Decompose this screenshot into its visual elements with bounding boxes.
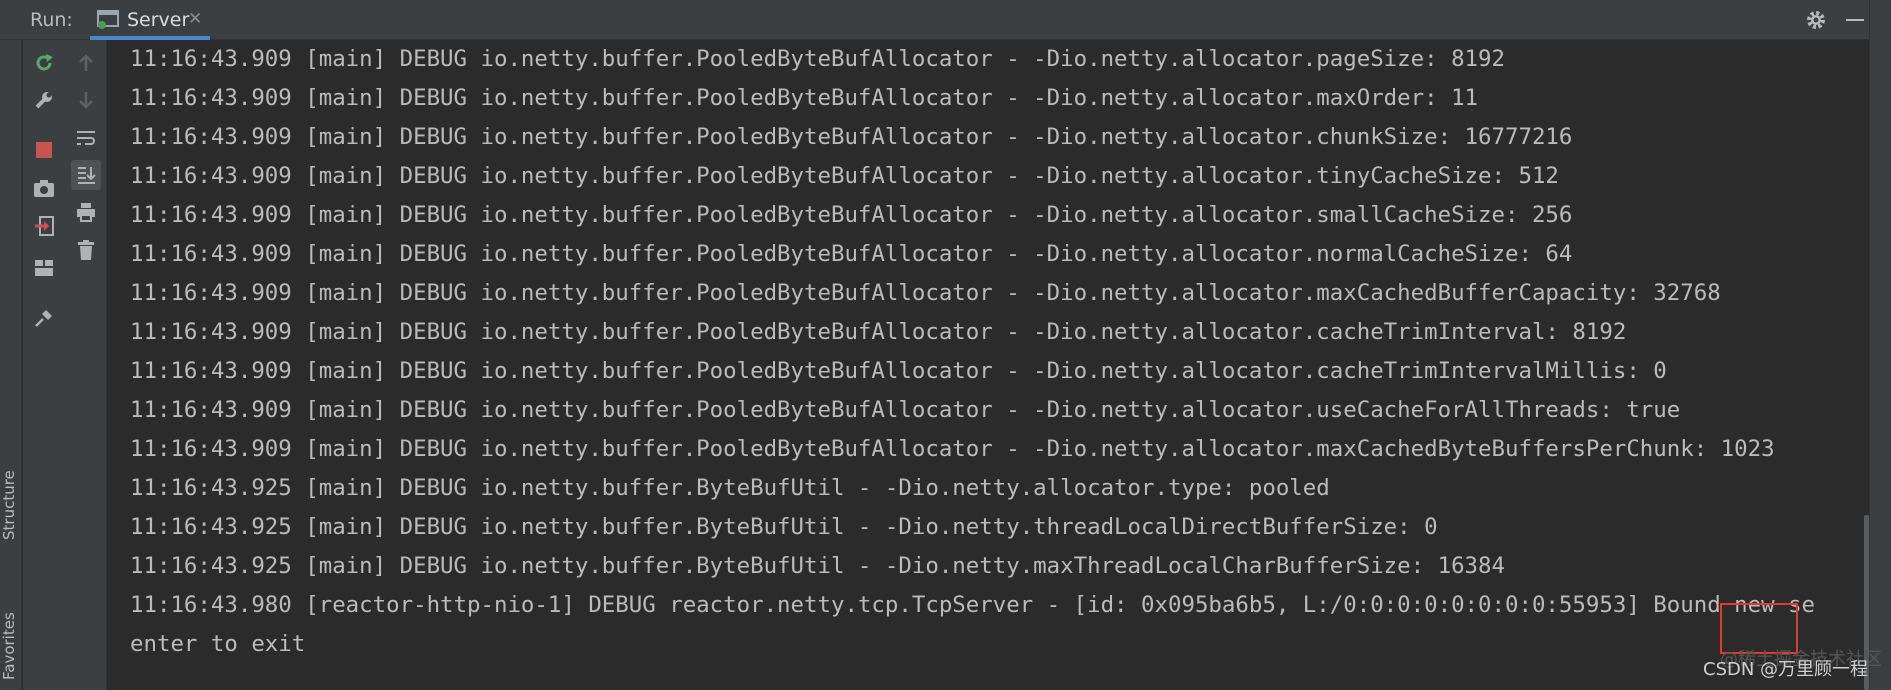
watermark: CSDN @万里顾一程	[1703, 659, 1869, 680]
trash-icon[interactable]	[71, 235, 101, 265]
pin-icon[interactable]	[29, 303, 59, 333]
console-line: 11:16:43.909 [main] DEBUG io.netty.buffe…	[130, 436, 1775, 462]
arrow-down-icon[interactable]	[71, 85, 101, 115]
console-line: 11:16:43.925 [main] DEBUG io.netty.buffe…	[130, 553, 1505, 579]
print-icon[interactable]	[71, 197, 101, 227]
exit-icon[interactable]	[29, 211, 59, 241]
gear-icon[interactable]	[1805, 9, 1827, 35]
stop-icon[interactable]	[29, 135, 59, 165]
arrow-up-icon[interactable]	[71, 48, 101, 78]
console-line: 11:16:43.909 [main] DEBUG io.netty.buffe…	[130, 46, 1505, 72]
run-toolbar-primary	[23, 40, 65, 690]
console-icon	[97, 9, 119, 33]
console-line: 11:16:43.909 [main] DEBUG io.netty.buffe…	[130, 241, 1573, 267]
right-tool-stripe	[1869, 0, 1891, 690]
run-tool-window-header: Run: Server ✕	[0, 0, 1891, 40]
console-line: 11:16:43.909 [main] DEBUG io.netty.buffe…	[130, 280, 1721, 306]
run-label: Run:	[30, 9, 73, 31]
left-tool-stripe: Structure Favorites	[0, 40, 22, 690]
console-line: 11:16:43.909 [main] DEBUG io.netty.buffe…	[130, 163, 1559, 189]
console-line: 11:16:43.980 [reactor-http-nio-1] DEBUG …	[130, 592, 1816, 618]
console-line: 11:16:43.925 [main] DEBUG io.netty.buffe…	[130, 514, 1438, 540]
structure-tab[interactable]: Structure	[0, 470, 18, 540]
console-line: 11:16:43.909 [main] DEBUG io.netty.buffe…	[130, 202, 1573, 228]
rerun-icon[interactable]	[29, 48, 59, 78]
favorites-tab[interactable]: Favorites	[0, 612, 18, 680]
console-line: 11:16:43.909 [main] DEBUG io.netty.buffe…	[130, 124, 1573, 150]
scroll-to-end-icon[interactable]	[71, 160, 101, 190]
tab-server-label: Server	[127, 9, 190, 31]
minimize-icon[interactable]	[1846, 19, 1864, 21]
soft-wrap-icon[interactable]	[71, 123, 101, 153]
console-line: 11:16:43.909 [main] DEBUG io.netty.buffe…	[130, 397, 1681, 423]
camera-icon[interactable]	[29, 173, 59, 203]
console-output[interactable]: 11:16:43.909 [main] DEBUG io.netty.buffe…	[108, 40, 1869, 690]
close-tab-icon[interactable]: ✕	[188, 9, 202, 29]
console-line: 11:16:43.909 [main] DEBUG io.netty.buffe…	[130, 85, 1479, 111]
run-toolbar-secondary	[65, 40, 107, 690]
wrench-icon[interactable]	[29, 85, 59, 115]
layout-icon[interactable]	[29, 253, 59, 283]
console-line: 11:16:43.909 [main] DEBUG io.netty.buffe…	[130, 358, 1667, 384]
console-line: enter to exit	[130, 631, 306, 657]
console-line: 11:16:43.909 [main] DEBUG io.netty.buffe…	[130, 319, 1627, 345]
console-line: 11:16:43.925 [main] DEBUG io.netty.buffe…	[130, 475, 1330, 501]
